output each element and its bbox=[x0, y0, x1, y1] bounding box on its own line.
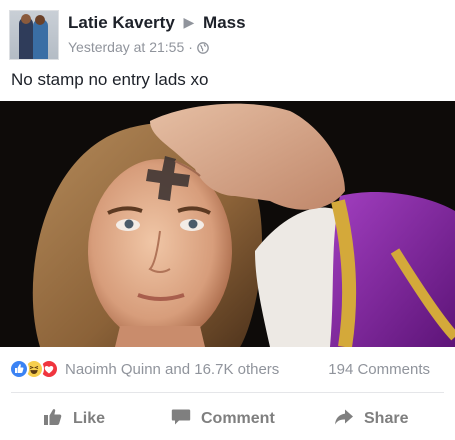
shared-to-arrow-icon: ▶ bbox=[183, 14, 195, 30]
action-divider bbox=[11, 392, 444, 393]
post-timestamp[interactable]: Yesterday at 21:55 bbox=[68, 39, 184, 55]
post-text: No stamp no entry lads xo bbox=[11, 70, 209, 89]
thumbs-up-icon bbox=[43, 408, 63, 431]
avatar-person-right bbox=[33, 19, 48, 59]
speech-bubble-icon bbox=[171, 408, 191, 431]
share-label: Share bbox=[364, 410, 409, 427]
meta-separator: · bbox=[188, 39, 193, 55]
share-button[interactable]: Share bbox=[334, 405, 408, 433]
share-arrow-icon bbox=[334, 408, 354, 431]
facebook-post: Latie Kaverty ▶ Mass Yesterday at 21:55 … bbox=[0, 0, 455, 440]
photo-neck bbox=[115, 326, 205, 347]
post-meta: Yesterday at 21:55 · bbox=[68, 39, 209, 55]
author-avatar[interactable] bbox=[9, 10, 59, 60]
comment-button[interactable]: Comment bbox=[171, 405, 275, 433]
reactions-summary[interactable]: Naoimh Quinn and 16.7K others bbox=[9, 358, 279, 380]
like-label: Like bbox=[73, 410, 106, 427]
author-name-link[interactable]: Latie Kaverty bbox=[68, 13, 175, 32]
avatar-head-left bbox=[21, 14, 31, 24]
comments-count-link[interactable]: 194 Comments bbox=[328, 361, 430, 378]
public-globe-icon[interactable] bbox=[197, 41, 209, 54]
target-name-link[interactable]: Mass bbox=[203, 13, 246, 32]
avatar-head-right bbox=[35, 15, 45, 25]
post-photo[interactable] bbox=[0, 101, 455, 347]
post-author-line: Latie Kaverty ▶ Mass bbox=[68, 13, 246, 33]
reactions-text[interactable]: Naoimh Quinn and 16.7K others bbox=[65, 361, 279, 378]
comment-label: Comment bbox=[201, 410, 275, 427]
like-button[interactable]: Like bbox=[43, 405, 105, 433]
like-reaction-icon bbox=[9, 359, 29, 379]
